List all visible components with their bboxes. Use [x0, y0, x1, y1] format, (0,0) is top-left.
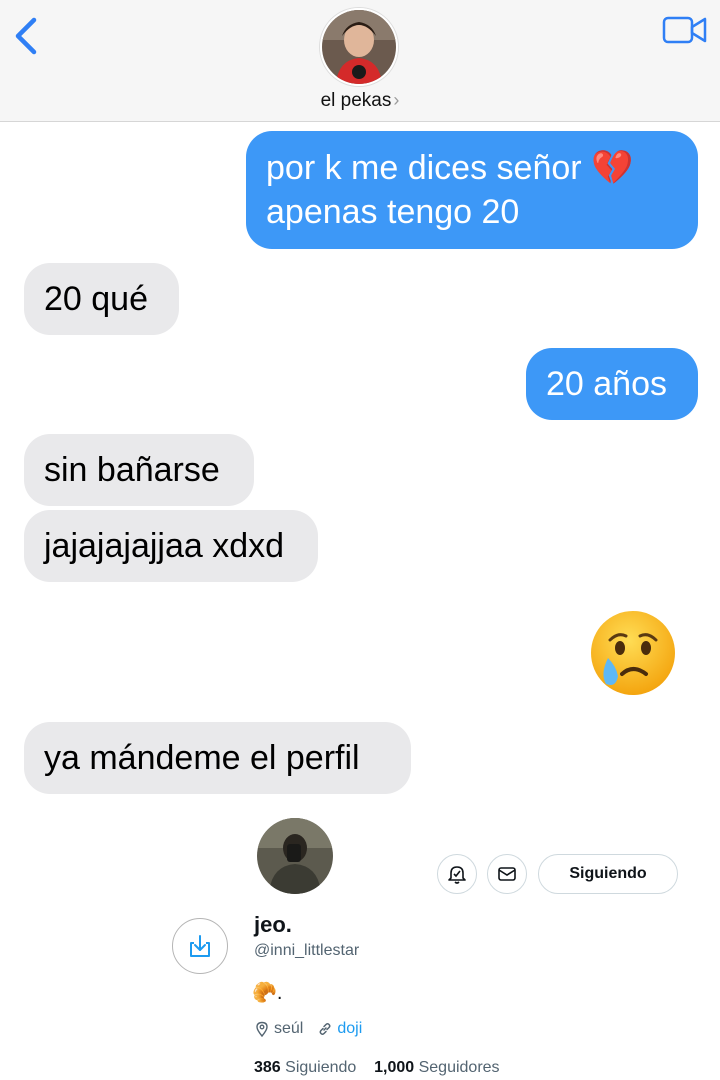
message-bubble-outgoing[interactable]: 20 años [526, 348, 698, 420]
following-stat[interactable]: 386 Siguiendo [254, 1059, 356, 1076]
message-bubble-incoming[interactable]: 20 qué [24, 263, 179, 335]
following-label: Siguiendo [285, 1059, 357, 1076]
mail-icon [498, 867, 516, 881]
profile-meta: seúl doji [254, 1020, 362, 1038]
message-text: 20 años [546, 365, 667, 403]
message-bubble-outgoing[interactable]: por k me dices señor 💔 apenas tengo 20 [246, 131, 698, 249]
profile-handle: @inni_littlestar [254, 942, 360, 959]
followers-label: Seguidores [418, 1059, 500, 1076]
contact-name[interactable]: el pekas › [0, 90, 720, 112]
profile-name: jeo. [254, 912, 292, 937]
message-text: apenas tengo 20 [266, 193, 520, 231]
download-icon [190, 935, 210, 957]
following-count: 386 [254, 1059, 281, 1076]
profile-location: seúl [274, 1020, 304, 1037]
crying-face-emoji-icon[interactable] [588, 608, 678, 698]
conversation-header: el pekas › [0, 0, 720, 122]
message-text: por k me dices señor 💔 [266, 149, 634, 187]
message-text: 20 qué [44, 280, 148, 318]
followers-stat[interactable]: 1,000 Seguidores [374, 1059, 499, 1076]
link-icon [319, 1023, 331, 1035]
profile-link[interactable]: doji [337, 1020, 362, 1038]
contact-avatar[interactable] [320, 8, 398, 86]
video-camera-icon[interactable] [662, 14, 708, 46]
message-text: sin bañarse [44, 451, 220, 489]
message-bubble-incoming[interactable]: sin bañarse [24, 434, 254, 506]
notifications-button[interactable] [437, 854, 477, 894]
message-bubble-incoming[interactable]: jajajajajjaa xdxd [24, 510, 318, 582]
message-text: jajajajajjaa xdxd [44, 527, 285, 565]
profile-stats: 386 Siguiendo 1,000 Seguidores [254, 1059, 500, 1077]
message-bubble-incoming[interactable]: ya mándeme el perfil [24, 722, 411, 794]
chevron-right-icon: › [393, 90, 400, 110]
save-button[interactable] [172, 918, 228, 974]
followers-count: 1,000 [374, 1059, 415, 1076]
following-button[interactable]: Siguiendo [538, 854, 678, 894]
following-button-label: Siguiendo [569, 865, 647, 882]
contact-name-label: el pekas [320, 90, 392, 111]
message-text: ya mándeme el perfil [44, 739, 360, 777]
profile-avatar[interactable] [257, 818, 333, 894]
profile-bio: 🥐. [252, 982, 283, 1004]
message-button[interactable] [487, 854, 527, 894]
location-pin-icon [256, 1021, 268, 1037]
bell-icon [448, 866, 466, 884]
back-chevron-icon[interactable] [10, 14, 44, 58]
